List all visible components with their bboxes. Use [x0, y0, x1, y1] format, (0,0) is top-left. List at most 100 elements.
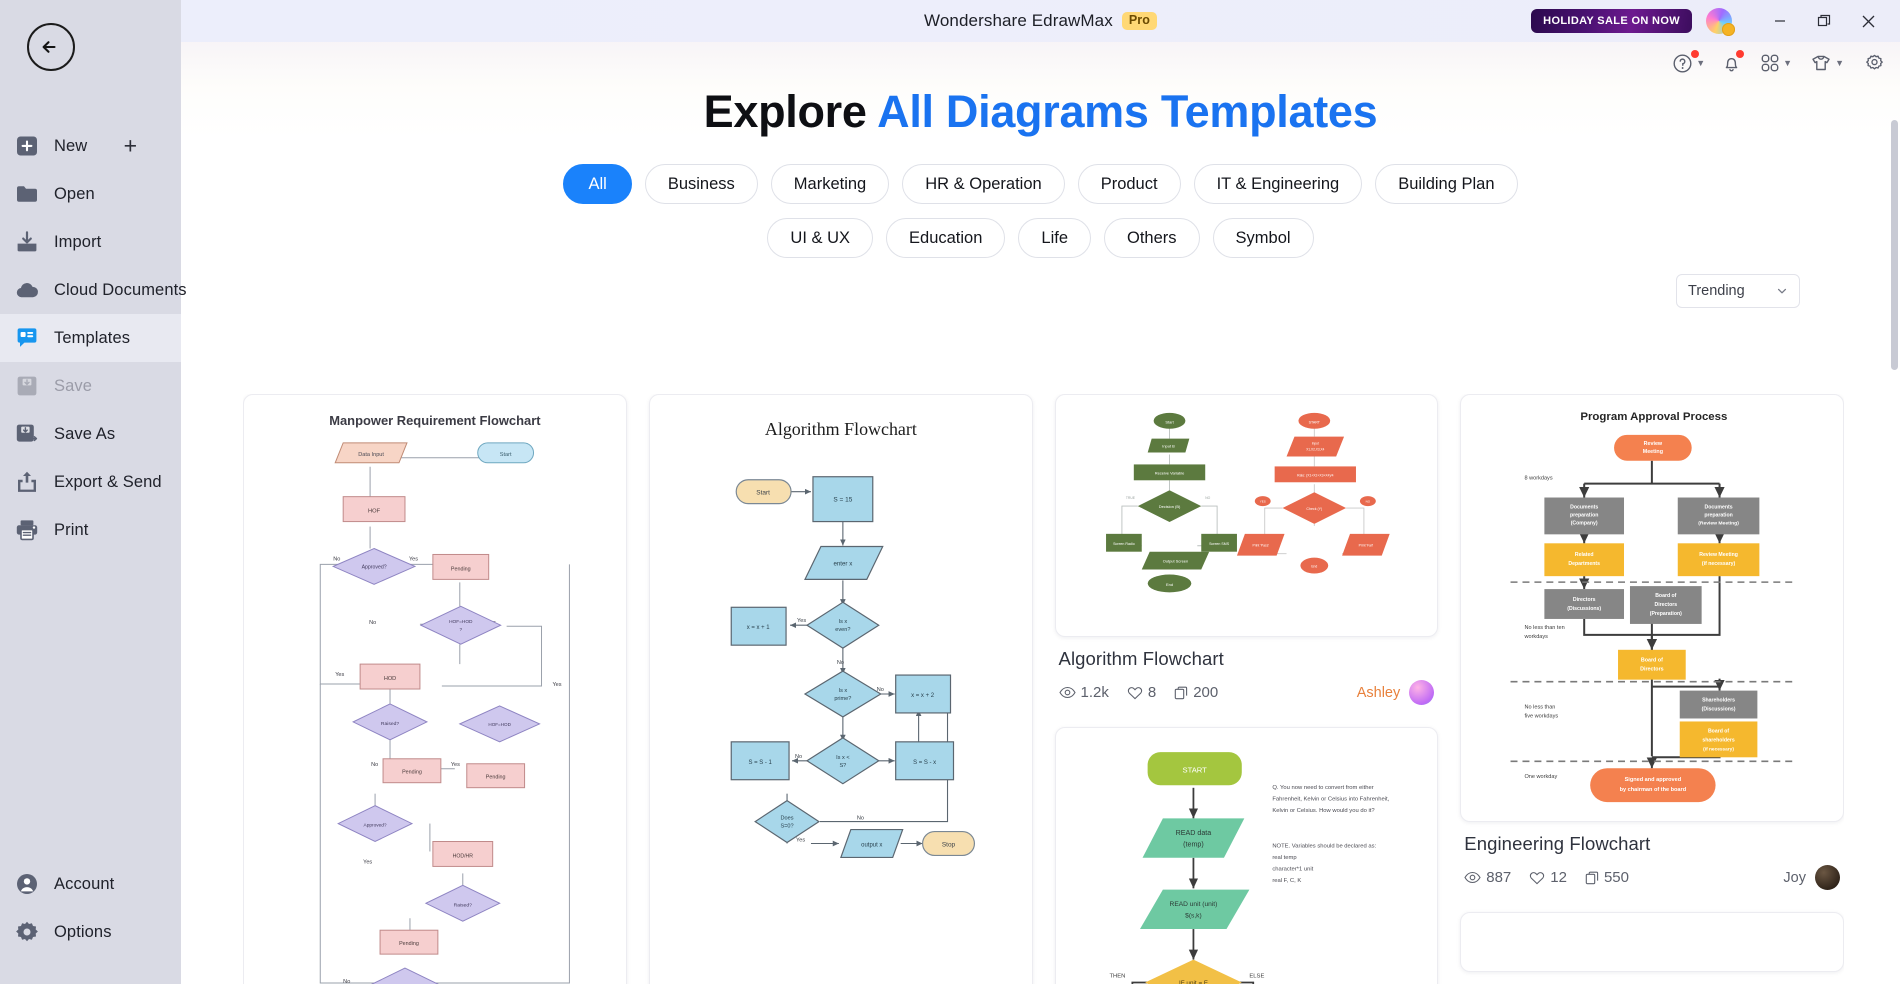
sidebar-item-save[interactable]: Save [0, 362, 181, 410]
restore-button[interactable] [1802, 0, 1846, 42]
category-pill-marketing[interactable]: Marketing [770, 164, 890, 204]
svg-text:?: ? [459, 627, 462, 633]
svg-text:Start: Start [756, 490, 770, 497]
category-pill-hr-operation[interactable]: HR & Operation [902, 164, 1065, 204]
svg-text:Receive Variable: Receive Variable [1154, 470, 1184, 475]
user-avatar[interactable] [1706, 8, 1735, 36]
category-pill-life[interactable]: Life [1018, 218, 1092, 258]
title-bar-right: HOLIDAY SALE ON NOW [1531, 0, 1890, 42]
category-filters: All Business Marketing HR & Operation Pr… [181, 164, 1900, 258]
svg-text:Yes: Yes [363, 859, 372, 865]
template-thumbnail[interactable] [1460, 912, 1844, 972]
holiday-sale-button[interactable]: HOLIDAY SALE ON NOW [1531, 9, 1692, 33]
sidebar-item-account[interactable]: Account [0, 860, 181, 908]
copies-stat: 200 [1174, 684, 1218, 701]
svg-text:Pending: Pending [399, 941, 419, 947]
template-thumbnail[interactable]: Manpower Requirement Flowchart No Yes No… [243, 394, 627, 984]
category-pill-ui-ux[interactable]: UI & UX [767, 218, 874, 258]
svg-text:Rate: (X1+X2+X3+X4)/4: Rate: (X1+X2+X3+X4)/4 [1297, 473, 1333, 477]
svg-text:(if necessary): (if necessary) [1703, 746, 1734, 752]
category-pill-product[interactable]: Product [1077, 164, 1181, 204]
svg-text:Does: Does [780, 816, 793, 822]
sidebar-item-label: Cloud Documents [54, 280, 187, 299]
theme-button[interactable]: ▼ [1807, 49, 1847, 77]
copy-icon [1585, 871, 1599, 884]
back-button[interactable] [27, 23, 75, 71]
template-card-engineering-flowchart[interactable]: Program Approval Process 8 workdays No l… [1460, 394, 1844, 890]
svg-text:Shareholders: Shareholders [1702, 698, 1735, 704]
sidebar-item-options[interactable]: Options [0, 908, 181, 956]
sidebar-item-templates[interactable]: Templates [0, 314, 181, 362]
scrollbar-thumb[interactable] [1891, 120, 1898, 370]
category-pill-symbol[interactable]: Symbol [1212, 218, 1314, 258]
sidebar-item-print[interactable]: Print [0, 506, 181, 554]
svg-text:(Company): (Company) [1571, 520, 1598, 526]
sidebar-item-cloud-documents[interactable]: Cloud Documents [0, 266, 187, 314]
restore-icon [1817, 14, 1831, 27]
page-scrollbar[interactable] [1891, 120, 1898, 730]
svg-text:shareholders: shareholders [1703, 737, 1736, 743]
new-add-button[interactable]: + [124, 134, 137, 158]
sidebar-item-save-as[interactable]: Save As [0, 410, 181, 458]
template-card-algorithm-flowchart-blue[interactable]: Algorithm Flowchart Start S = 15 enter x… [648, 394, 1033, 984]
settings-button[interactable] [1861, 49, 1888, 78]
svg-text:Screen Radio: Screen Radio [1113, 542, 1135, 546]
sidebar-item-new[interactable]: New + [0, 122, 181, 170]
svg-text:Is x <: Is x < [836, 755, 850, 761]
template-thumbnail[interactable]: Algorithm Flowchart Start S = 15 enter x… [648, 394, 1033, 984]
template-card-algorithm-flowchart[interactable]: Start Input B Receive Variable Decision … [1054, 394, 1439, 705]
sidebar-item-export-send[interactable]: Export & Send [0, 458, 181, 506]
sidebar-item-open[interactable]: Open [0, 170, 181, 218]
svg-text:Yes: Yes [451, 762, 460, 768]
template-thumbnail[interactable]: Start Input B Receive Variable Decision … [1054, 394, 1439, 637]
svg-text:Review Meeting: Review Meeting [1699, 552, 1738, 558]
sidebar-item-label: Save [54, 376, 93, 395]
template-thumbnail[interactable]: Program Approval Process 8 workdays No l… [1460, 394, 1844, 822]
views-stat: 887 [1464, 869, 1511, 886]
category-pill-all[interactable]: All [563, 164, 632, 204]
page-header: Explore All Diagrams Templates [181, 42, 1900, 138]
lane-label-1: 8 workdays [1525, 476, 1553, 482]
save-icon [12, 371, 42, 401]
template-card-next[interactable] [1460, 912, 1844, 972]
template-card-manpower[interactable]: Manpower Requirement Flowchart No Yes No… [243, 394, 627, 984]
category-pill-others[interactable]: Others [1104, 218, 1200, 258]
likes-stat: 8 [1127, 684, 1156, 701]
close-button[interactable] [1846, 0, 1890, 42]
templates-icon [12, 323, 42, 353]
note-line-2: NOTE. Variables should be declared as: [1272, 844, 1376, 850]
category-pill-education[interactable]: Education [886, 218, 1006, 258]
svg-text:Yes: Yes [335, 672, 344, 678]
minimize-button[interactable] [1758, 0, 1802, 42]
author-name: Ashley [1356, 684, 1401, 701]
template-card-temperature-flowchart[interactable]: START READ data (temp) READ unit (unit) … [1054, 727, 1439, 984]
svg-text:S = S - x: S = S - x [913, 760, 936, 766]
sidebar-item-import[interactable]: Import [0, 218, 181, 266]
apps-button[interactable]: ▼ [1757, 49, 1795, 77]
sidebar: New + Open Import Cloud Documents Templa… [0, 0, 187, 984]
sidebar-item-label: Save As [54, 424, 116, 443]
copies-count: 200 [1193, 684, 1219, 701]
views-count: 1.2k [1080, 684, 1109, 701]
svg-text:Directors: Directors [1655, 602, 1678, 608]
category-pill-building-plan[interactable]: Building Plan [1375, 164, 1518, 204]
svg-text:Decision (B): Decision (B) [1158, 504, 1180, 509]
help-button[interactable]: ▼ [1669, 49, 1708, 78]
sort-dropdown[interactable]: Trending [1676, 274, 1800, 308]
svg-text:No: No [857, 816, 864, 822]
app-title: Wondershare EdrawMax Pro [924, 11, 1157, 31]
svg-text:No: No [343, 979, 350, 984]
chevron-down-icon: ▼ [1783, 58, 1793, 68]
category-pill-it-engineering[interactable]: IT & Engineering [1193, 164, 1363, 204]
template-author[interactable]: Joy [1783, 865, 1840, 890]
close-icon [1862, 15, 1874, 27]
svg-text:NO: NO [1205, 496, 1210, 500]
notifications-button[interactable] [1718, 49, 1745, 78]
avatar [1815, 865, 1840, 890]
template-author[interactable]: Ashley [1357, 680, 1435, 705]
category-pill-business[interactable]: Business [644, 164, 758, 204]
template-thumbnail[interactable]: START READ data (temp) READ unit (unit) … [1054, 727, 1439, 984]
svg-text:IF unit = F: IF unit = F [1179, 980, 1208, 984]
svg-text:real temp: real temp [1272, 855, 1296, 861]
svg-text:ELSE: ELSE [1249, 973, 1264, 979]
